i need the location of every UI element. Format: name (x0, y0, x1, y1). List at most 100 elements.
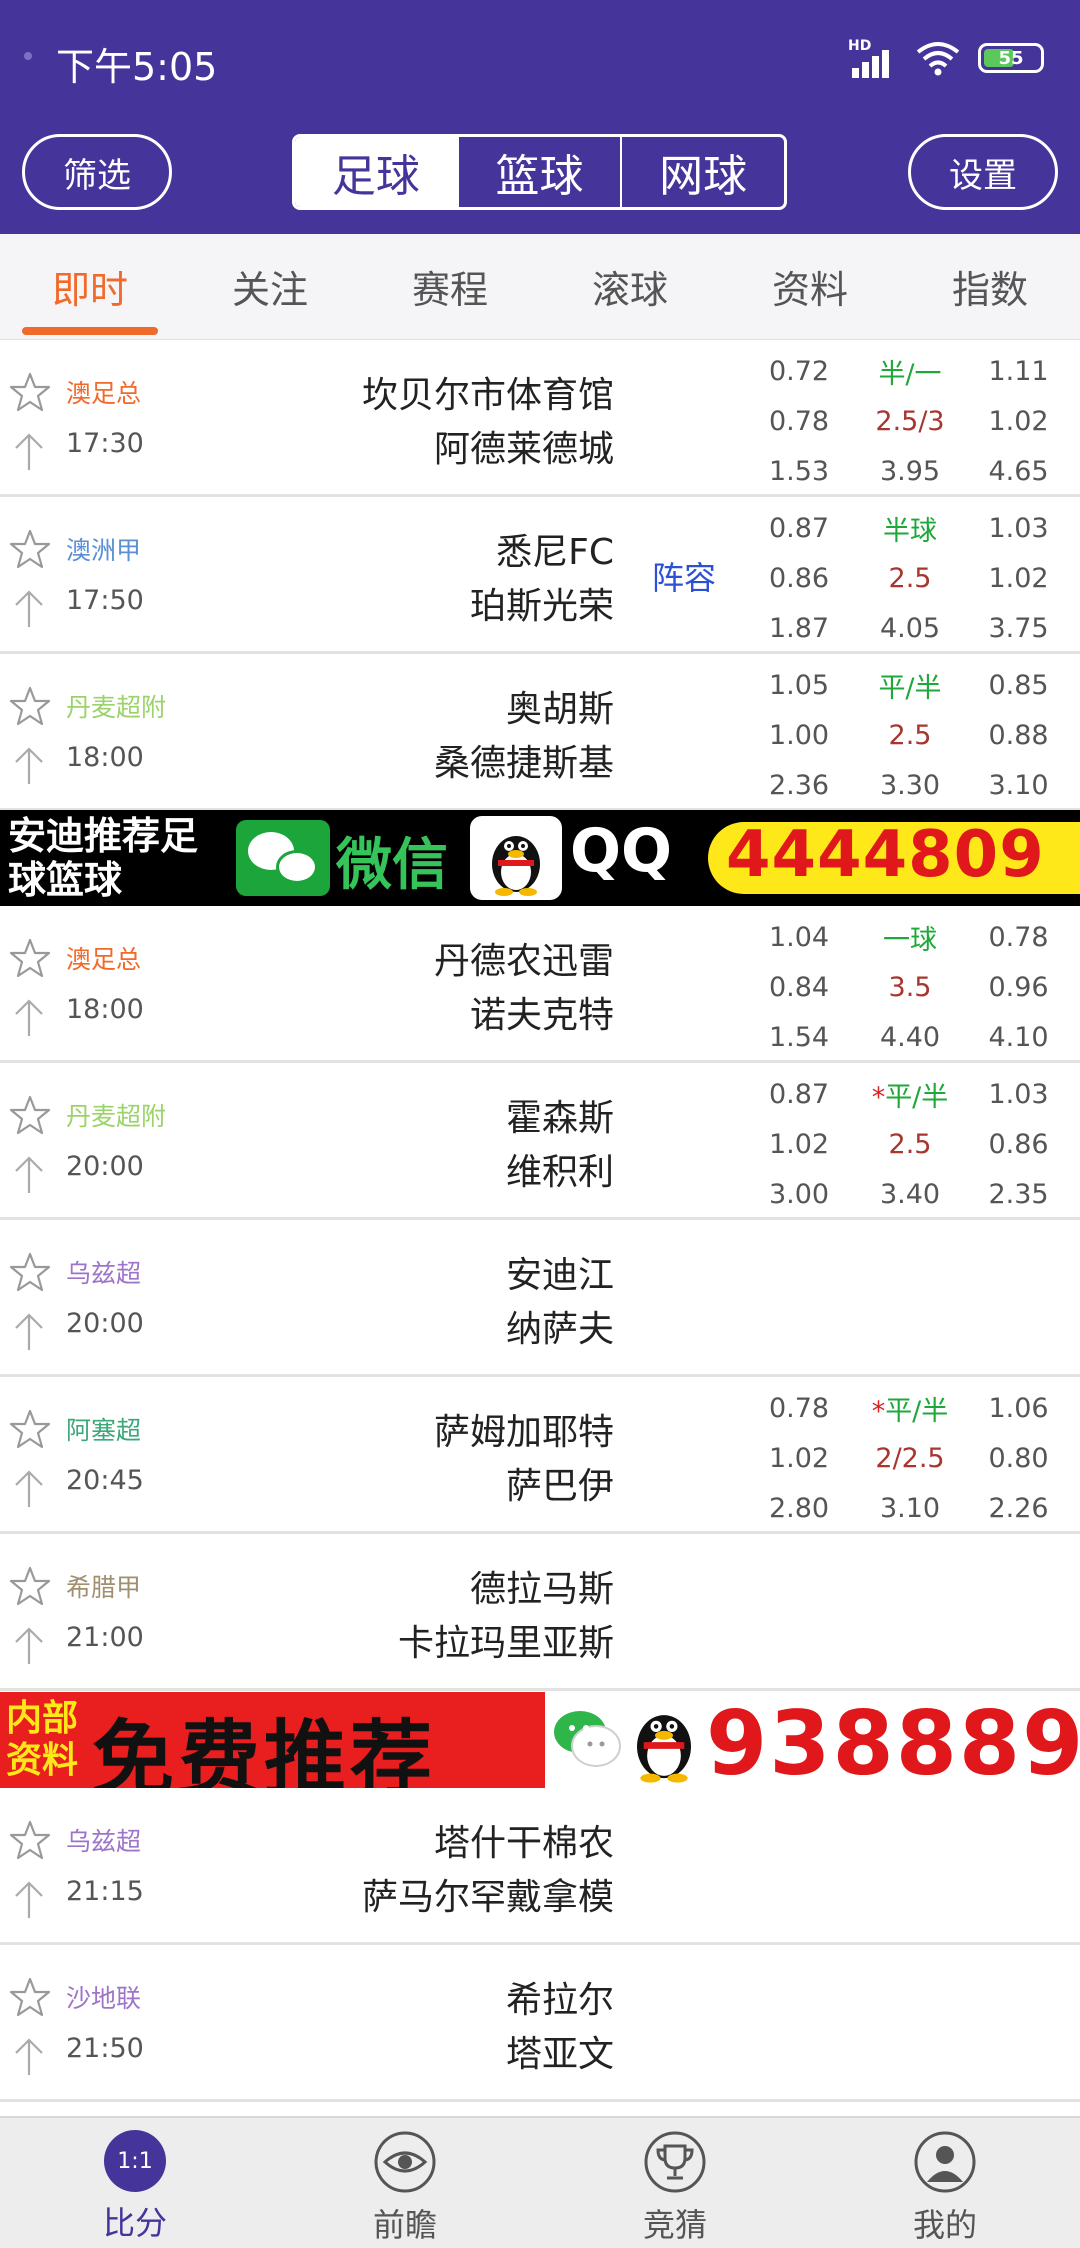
star-icon[interactable] (8, 684, 52, 728)
pin-top-icon[interactable] (10, 1153, 48, 1197)
odds-away: 0.86 (988, 1128, 1049, 1160)
match-row[interactable]: 丹麦超附 20:00 霍森斯 维积利 0.87 *平/半 1.03 1.02 2.5 0.86 3.… (0, 1063, 1080, 1220)
tab-football[interactable]: 足球 (295, 137, 457, 207)
odds-row: 2.80 3.10 2.26 (735, 1483, 1080, 1533)
match-time: 21:50 (66, 2033, 144, 2064)
tab-index[interactable]: 指数 (900, 234, 1080, 339)
odds-away: 1.03 (988, 1078, 1049, 1110)
star-icon[interactable] (8, 1818, 52, 1862)
odds-home: 1.54 (768, 1021, 830, 1053)
odds-line: 2/2.5 (875, 1442, 945, 1474)
league-name: 乌兹超 (66, 1259, 142, 1288)
contact-number: 938889 (706, 1692, 1080, 1788)
nav-label: 比分 (102, 2204, 167, 2242)
odds-home: 3.00 (768, 1178, 830, 1210)
match-time: 20:00 (66, 1308, 144, 1339)
odds-home: 1.04 (768, 921, 830, 953)
odds-row: 2.36 3.30 3.10 (735, 760, 1080, 810)
trophy-icon (644, 2131, 706, 2193)
home-team: 萨姆加耶特 (433, 1412, 614, 1453)
ad-banner-free-tips[interactable]: 内部资料 免费推荐 938889 (0, 1692, 1080, 1788)
match-time: 21:15 (66, 1876, 144, 1907)
odds-row: 0.87 *平/半 1.03 (735, 1069, 1080, 1119)
match-row[interactable]: 乌兹超 21:15 塔什干棉农 萨马尔罕戴拿模 (0, 1788, 1080, 1945)
pin-top-icon[interactable] (10, 430, 48, 474)
star-icon[interactable] (8, 1250, 52, 1294)
nav-guess[interactable]: 竞猜 (540, 2118, 810, 2248)
away-team: 维积利 (505, 1152, 614, 1193)
nav-preview[interactable]: 前瞻 (270, 2118, 540, 2248)
wifi-icon (916, 42, 960, 76)
star-icon[interactable] (8, 527, 52, 571)
status-icons: HD 55 (848, 36, 1044, 80)
tab-schedule[interactable]: 赛程 (360, 234, 540, 339)
pin-top-icon[interactable] (10, 1467, 48, 1511)
pin-top-icon[interactable] (10, 2035, 48, 2079)
star-icon[interactable] (8, 370, 52, 414)
odds-away: 1.02 (988, 405, 1049, 437)
odds-home: 0.72 (768, 355, 830, 387)
tab-data[interactable]: 资料 (720, 234, 900, 339)
pin-top-icon[interactable] (10, 587, 48, 631)
tab-tennis[interactable]: 网球 (620, 137, 784, 207)
match-row[interactable]: 乌兹超 20:00 安迪江 纳萨夫 (0, 1220, 1080, 1377)
tab-in-play[interactable]: 滚球 (540, 234, 720, 339)
pin-top-icon[interactable] (10, 744, 48, 788)
nav-label: 我的 (912, 2206, 977, 2244)
odds-table: 1.04 一球 0.78 0.84 3.5 0.96 1.54 4.40 4.10 (735, 912, 1080, 1062)
match-row[interactable]: 澳洲甲 17:50 悉尼FC 珀斯光荣 阵容 0.87 半球 1.03 0.86 2.5 1.02 1… (0, 497, 1080, 654)
tab-basketball[interactable]: 篮球 (456, 137, 621, 207)
wechat-label: 微信 (336, 833, 448, 898)
league-name: 丹麦超附 (66, 693, 167, 722)
star-icon[interactable] (8, 1407, 52, 1451)
user-icon (914, 2131, 976, 2193)
qq-penguin-icon (492, 836, 540, 896)
odds-away: 0.85 (988, 669, 1049, 701)
home-team: 霍森斯 (505, 1098, 614, 1139)
pin-top-icon[interactable] (10, 1878, 48, 1922)
match-row[interactable]: 澳足总 18:00 丹德农迅雷 诺夫克特 1.04 一球 0.78 0.84 3.5 0.96 1.… (0, 906, 1080, 1063)
qq-penguin-icon (637, 1715, 691, 1783)
odds-home: 0.86 (768, 562, 830, 594)
match-time: 17:30 (66, 428, 144, 459)
settings-button[interactable]: 设置 (908, 134, 1058, 210)
star-icon[interactable] (8, 1093, 52, 1137)
status-bar: 下午5:05 HD 55 (0, 0, 1080, 120)
home-team: 塔什干棉农 (433, 1823, 614, 1864)
away-team: 桑德捷斯基 (433, 743, 614, 784)
tab-followed[interactable]: 关注 (180, 234, 360, 339)
match-row[interactable]: 沙地联 21:50 希拉尔 塔亚文 (0, 1945, 1080, 2102)
odds-row: 1.04 一球 0.78 (735, 912, 1080, 962)
odds-away: 0.96 (988, 971, 1049, 1003)
match-row[interactable]: 丹麦超附 18:00 奥胡斯 桑德捷斯基 1.05 平/半 0.85 1.00 2.5 0.88 2… (0, 654, 1080, 811)
odds-home: 0.78 (768, 405, 830, 437)
star-icon[interactable] (8, 1564, 52, 1608)
odds-home: 2.80 (768, 1492, 830, 1524)
pin-top-icon[interactable] (10, 996, 48, 1040)
league-name: 阿塞超 (66, 1416, 142, 1445)
odds-home: 1.02 (768, 1128, 830, 1160)
odds-home: 0.78 (768, 1392, 830, 1424)
match-row[interactable]: 希腊甲 21:00 德拉马斯 卡拉玛里亚斯 (0, 1534, 1080, 1691)
filter-button[interactable]: 筛选 (22, 134, 172, 210)
odds-home: 1.00 (768, 719, 830, 751)
odds-away: 0.80 (988, 1442, 1049, 1474)
match-row[interactable]: 澳足总 17:30 坎贝尔市体育馆 阿德莱德城 0.72 半/一 1.11 0.78 2.5/3… (0, 340, 1080, 497)
odds-table: 0.78 *平/半 1.06 1.02 2/2.5 0.80 2.80 3.10 2.26 (735, 1383, 1080, 1533)
odds-away: 1.06 (988, 1392, 1049, 1424)
odds-row: 1.02 2.5 0.86 (735, 1119, 1080, 1169)
odds-row: 1.00 2.5 0.88 (735, 710, 1080, 760)
nav-mine[interactable]: 我的 (810, 2118, 1080, 2248)
match-row[interactable]: 阿塞超 20:45 萨姆加耶特 萨巴伊 0.78 *平/半 1.06 1.02 2/2.5 0.8… (0, 1377, 1080, 1534)
pin-top-icon[interactable] (10, 1624, 48, 1668)
lineup-link[interactable]: 阵容 (652, 553, 716, 599)
nav-score[interactable]: 1:1 比分 (0, 2118, 270, 2248)
league-name: 澳洲甲 (66, 536, 142, 565)
tab-live[interactable]: 即时 (0, 234, 180, 339)
odds-line: 3.10 (879, 1492, 941, 1524)
star-icon[interactable] (8, 1975, 52, 2019)
ad-banner-wechat-qq[interactable]: 安迪推荐足球篮球 微信 QQ 4444809 (0, 810, 1080, 906)
star-icon[interactable] (8, 936, 52, 980)
pin-top-icon[interactable] (10, 1310, 48, 1354)
banner-tagline: 安迪推荐足球篮球 (8, 814, 199, 902)
